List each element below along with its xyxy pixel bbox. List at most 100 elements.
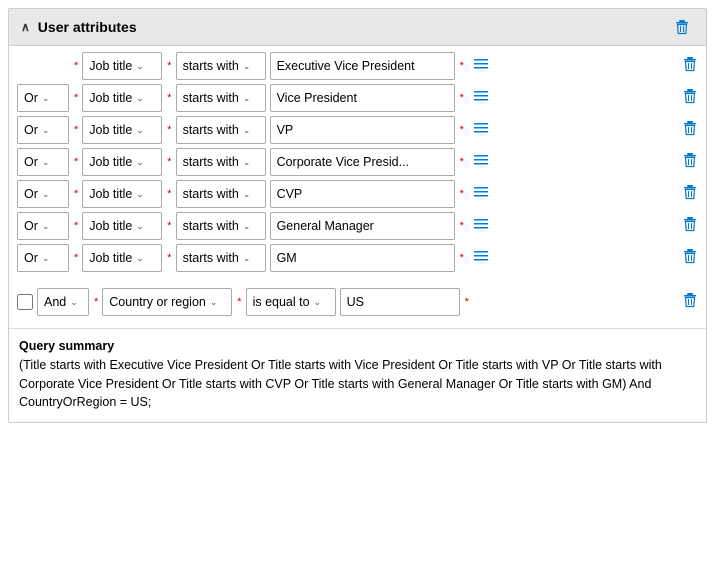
value-required-star: * [460, 252, 464, 264]
and-row-delete-button[interactable] [682, 292, 698, 313]
field-select[interactable]: Job title ⌄ [82, 84, 162, 112]
list-icon-button[interactable] [468, 245, 494, 272]
or-label: Or [24, 251, 38, 265]
field-select[interactable]: Job title ⌄ [82, 116, 162, 144]
field-caret: ⌄ [136, 93, 144, 104]
value-input[interactable] [270, 148, 455, 176]
field-select[interactable]: Country or region ⌄ [102, 288, 232, 316]
trash-icon [682, 120, 698, 136]
condition-select[interactable]: starts with ⌄ [176, 212, 266, 240]
condition-required-star: * [167, 220, 171, 232]
connector-label: And [44, 295, 66, 309]
or-caret: ⌄ [42, 253, 50, 264]
trash-icon [682, 56, 698, 72]
or-label: Or [24, 187, 38, 201]
field-label: Job title [89, 123, 132, 137]
or-caret: ⌄ [42, 125, 50, 136]
condition-select[interactable]: starts with ⌄ [176, 84, 266, 112]
value-input[interactable] [270, 212, 455, 240]
user-attributes-panel: ∧ User attributes * Job title ⌄ * starts… [8, 8, 707, 423]
field-select[interactable]: Job title ⌄ [82, 52, 162, 80]
row-delete-button[interactable] [682, 184, 698, 205]
or-caret: ⌄ [42, 93, 50, 104]
list-icon-button[interactable] [468, 213, 494, 240]
field-required-star: * [74, 92, 78, 104]
condition-caret: ⌄ [243, 93, 251, 104]
filter-row: Or ⌄ * Job title ⌄ * starts with ⌄ * [17, 148, 698, 176]
value-required-star: * [460, 60, 464, 72]
field-select[interactable]: Job title ⌄ [82, 244, 162, 272]
condition-caret: ⌄ [243, 221, 251, 232]
value-required-star: * [460, 156, 464, 168]
list-icon-button[interactable] [468, 181, 494, 208]
connector-select[interactable]: And ⌄ [37, 288, 89, 316]
condition-label: starts with [183, 219, 239, 233]
or-caret: ⌄ [42, 189, 50, 200]
field-select[interactable]: Job title ⌄ [82, 148, 162, 176]
condition-label: starts with [183, 251, 239, 265]
or-select[interactable]: Or ⌄ [17, 180, 69, 208]
condition-label: starts with [183, 59, 239, 73]
section-header: ∧ User attributes [9, 9, 706, 46]
list-icon [472, 215, 490, 233]
trash-icon [682, 248, 698, 264]
or-label: Or [24, 123, 38, 137]
condition-select[interactable]: starts with ⌄ [176, 244, 266, 272]
condition-caret: ⌄ [243, 189, 251, 200]
field-caret: ⌄ [136, 125, 144, 136]
condition-required-star: * [237, 296, 241, 308]
field-required-star: * [74, 124, 78, 136]
field-caret: ⌄ [136, 189, 144, 200]
list-icon-button[interactable] [468, 117, 494, 144]
row-delete-button[interactable] [682, 56, 698, 77]
or-caret: ⌄ [42, 157, 50, 168]
value-required-star: * [460, 124, 464, 136]
delete-section-button[interactable] [670, 17, 694, 37]
field-required-star: * [74, 220, 78, 232]
condition-select[interactable]: starts with ⌄ [176, 116, 266, 144]
collapse-icon[interactable]: ∧ [21, 20, 30, 34]
and-checkbox[interactable] [17, 294, 33, 310]
list-icon-button[interactable] [468, 53, 494, 80]
row-delete-button[interactable] [682, 248, 698, 269]
filter-row: Or ⌄ * Job title ⌄ * starts with ⌄ * [17, 116, 698, 144]
condition-select[interactable]: is equal to ⌄ [246, 288, 336, 316]
or-select[interactable]: Or ⌄ [17, 148, 69, 176]
row-delete-button[interactable] [682, 120, 698, 141]
condition-select[interactable]: starts with ⌄ [176, 148, 266, 176]
field-required-star: * [94, 296, 98, 308]
value-input[interactable] [270, 52, 455, 80]
row-delete-button[interactable] [682, 152, 698, 173]
list-icon [472, 247, 490, 265]
row-delete-button[interactable] [682, 216, 698, 237]
field-select[interactable]: Job title ⌄ [82, 180, 162, 208]
field-label: Job title [89, 187, 132, 201]
filter-row: Or ⌄ * Job title ⌄ * starts with ⌄ * [17, 244, 698, 272]
value-input[interactable] [270, 244, 455, 272]
query-summary-text: (Title starts with Executive Vice Presid… [19, 358, 662, 410]
condition-select[interactable]: starts with ⌄ [176, 180, 266, 208]
or-select[interactable]: Or ⌄ [17, 116, 69, 144]
value-required-star: * [460, 220, 464, 232]
field-select[interactable]: Job title ⌄ [82, 212, 162, 240]
value-input[interactable] [270, 116, 455, 144]
trash-icon [682, 88, 698, 104]
condition-select[interactable]: starts with ⌄ [176, 52, 266, 80]
list-icon-button[interactable] [468, 85, 494, 112]
or-select[interactable]: Or ⌄ [17, 212, 69, 240]
list-icon-button[interactable] [468, 149, 494, 176]
field-required-star: * [74, 156, 78, 168]
or-select[interactable]: Or ⌄ [17, 84, 69, 112]
field-caret: ⌄ [136, 253, 144, 264]
value-input[interactable] [340, 288, 460, 316]
value-input[interactable] [270, 84, 455, 112]
field-required-star: * [74, 188, 78, 200]
filter-row: Or ⌄ * Job title ⌄ * starts with ⌄ * [17, 84, 698, 112]
section-title: User attributes [38, 19, 137, 35]
or-select[interactable]: Or ⌄ [17, 244, 69, 272]
row-delete-button[interactable] [682, 88, 698, 109]
value-required-star: * [465, 296, 469, 308]
value-input[interactable] [270, 180, 455, 208]
condition-caret: ⌄ [314, 297, 322, 308]
or-label: Or [24, 155, 38, 169]
